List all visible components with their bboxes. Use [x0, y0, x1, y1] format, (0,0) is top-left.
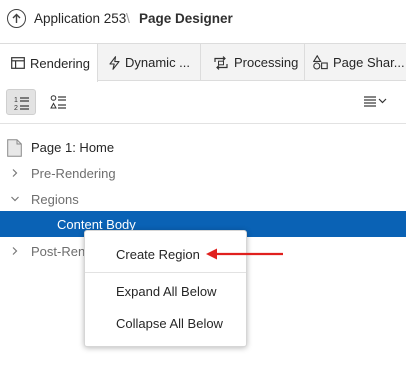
- menu-item-expand-all-below[interactable]: Expand All Below: [85, 277, 246, 305]
- tab-dynamic-actions[interactable]: Dynamic ...: [98, 44, 201, 81]
- menu-item-collapse-all-below[interactable]: Collapse All Below: [85, 309, 246, 337]
- tree-node-pre-rendering[interactable]: Pre-Rendering: [0, 160, 406, 186]
- tab-rendering-label: Rendering: [30, 55, 90, 71]
- app-name-link[interactable]: Application 253: [34, 11, 126, 26]
- tree-menu-button[interactable]: [358, 89, 392, 115]
- menu-item-expand-all-below-label: Expand All Below: [116, 284, 217, 299]
- rendering-icon: [11, 57, 25, 69]
- annotation-arrow-icon: [206, 248, 283, 260]
- svg-text:1: 1: [14, 97, 18, 104]
- menu-icon: [364, 96, 387, 107]
- menu-divider: [85, 272, 246, 273]
- tree-node-regions-label: Regions: [31, 192, 79, 207]
- page-title: Page Designer: [139, 11, 233, 26]
- chevron-right-icon[interactable]: [10, 246, 20, 256]
- tab-page-shared-label: Page Shar...: [333, 55, 405, 70]
- tab-rendering[interactable]: Rendering: [0, 44, 98, 82]
- view-by-component-button[interactable]: [44, 89, 74, 115]
- view-by-region-button[interactable]: 1 2: [6, 89, 36, 115]
- tab-dynamic-label: Dynamic ...: [125, 55, 191, 70]
- app-up-icon[interactable]: [7, 9, 26, 28]
- breadcrumb-separator: \: [126, 10, 130, 26]
- tree-node-page-label: Page 1: Home: [31, 140, 115, 155]
- page-icon: [7, 139, 22, 157]
- component-list-icon: [50, 95, 66, 109]
- tree-node-regions[interactable]: Regions: [0, 186, 406, 212]
- tab-processing[interactable]: Processing: [201, 44, 305, 81]
- tab-processing-label: Processing: [234, 55, 299, 70]
- chevron-right-icon[interactable]: [10, 168, 20, 178]
- numbered-list-icon: 1 2: [14, 97, 29, 111]
- tab-page-shared[interactable]: Page Shar...: [305, 44, 406, 81]
- tree-toolbar: 1 2: [0, 82, 406, 124]
- tree-node-pre-rendering-label: Pre-Rendering: [31, 166, 116, 181]
- tree-node-page[interactable]: Page 1: Home: [0, 134, 406, 160]
- lightning-icon: [109, 55, 120, 70]
- header: Application 253 \ Page Designer: [0, 0, 406, 40]
- shapes-icon: [313, 55, 328, 70]
- tab-bar: Rendering Dynamic ... Processing Page Sh…: [0, 43, 406, 82]
- menu-item-create-region-label: Create Region: [116, 247, 200, 262]
- svg-text:2: 2: [14, 105, 18, 111]
- processing-icon: [214, 55, 228, 70]
- menu-item-collapse-all-below-label: Collapse All Below: [116, 316, 223, 331]
- chevron-down-icon[interactable]: [10, 194, 20, 204]
